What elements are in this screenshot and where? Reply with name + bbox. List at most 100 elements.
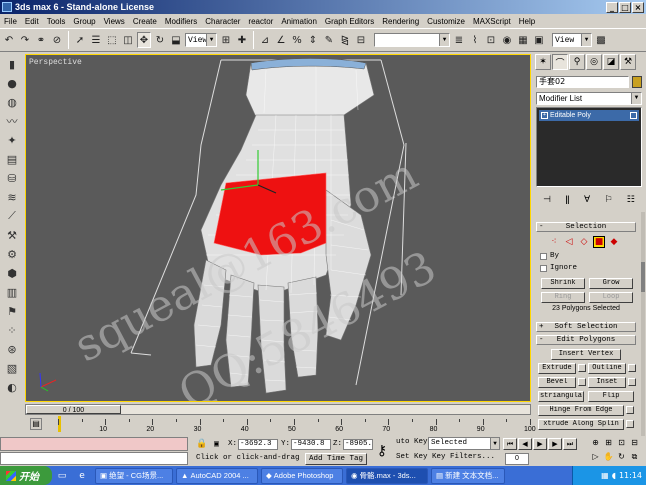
outline-settings-button[interactable]	[628, 364, 636, 372]
box-icon[interactable]: ▮	[4, 56, 20, 72]
zoom-extents-all-icon[interactable]: ⊟	[629, 437, 640, 449]
spacewarp-icon[interactable]: ≋	[4, 189, 20, 205]
by-vertex-checkbox[interactable]: By	[540, 252, 559, 260]
light-icon[interactable]: ✦	[4, 132, 20, 148]
taskbar-item-2[interactable]: ▲ AutoCAD 2004 ...	[176, 467, 258, 484]
named-selection-icon[interactable]: ✎	[322, 32, 336, 48]
scale-icon[interactable]: ⬓	[169, 32, 183, 48]
panel-scroll-thumb[interactable]	[641, 262, 645, 292]
compound-icon[interactable]: ⊛	[4, 341, 20, 357]
hierarchy-icon[interactable]: ⚙	[4, 246, 20, 262]
bevel-settings-button[interactable]	[578, 378, 586, 386]
extrude-button[interactable]: Extrude	[538, 363, 576, 374]
bone-icon[interactable]: ⟋	[4, 208, 20, 224]
select-by-name-icon[interactable]: ☰	[89, 32, 103, 48]
play-icon[interactable]: ▶	[533, 438, 547, 450]
inset-button[interactable]: Inset	[588, 377, 626, 388]
extrude-settings-button[interactable]	[578, 364, 586, 372]
taskbar-item-3[interactable]: ◆ Adobe Photoshop	[261, 467, 343, 484]
taskbar-item-1[interactable]: ▣ 绝望 - CG场景...	[95, 467, 173, 484]
menu-file[interactable]: File	[4, 17, 17, 26]
quick-render-icon[interactable]: ▣	[532, 32, 546, 48]
link-icon[interactable]: ⚭	[34, 32, 48, 48]
align-icon[interactable]: ⊟	[354, 32, 368, 48]
remove-modifier-icon[interactable]: ⚐	[604, 195, 612, 205]
outline-button[interactable]: Outline	[588, 363, 626, 374]
close-button[interactable]: ×	[632, 1, 644, 13]
element-icon[interactable]: ◆	[608, 236, 620, 248]
panel-scrollbar[interactable]	[641, 212, 645, 437]
mirror-icon[interactable]: ⧎	[338, 32, 352, 48]
taskbar-item-4[interactable]: ◉ 骨骼.max - 3ds...	[346, 467, 428, 484]
go-to-start-icon[interactable]: ⏮	[503, 438, 517, 450]
pin-stack-icon[interactable]: ⊣	[543, 195, 551, 205]
display-icon[interactable]: ▥	[4, 284, 20, 300]
absolute-mode-toggle[interactable]: ▣	[214, 438, 219, 450]
y-field[interactable]: -9430.8	[291, 438, 332, 450]
pivot-icon[interactable]: ⊞	[219, 32, 233, 48]
menu-graph-editors[interactable]: Graph Editors	[325, 17, 374, 26]
set-key-button[interactable]: Set Key	[396, 453, 428, 461]
track-bar[interactable]: ▤ 10 20 30 40 50 60 70 80 90 100	[0, 416, 536, 436]
snap-icon[interactable]: ⊿	[258, 32, 272, 48]
edge-icon[interactable]: ◁	[563, 236, 575, 248]
soft-selection-rollout[interactable]: + Soft Selection	[536, 322, 636, 332]
create-tab-icon[interactable]: ✶	[535, 54, 551, 70]
maximize-viewport-icon[interactable]: ⧉	[629, 451, 640, 463]
insert-vertex-button[interactable]: Insert Vertex	[551, 349, 621, 360]
current-frame-field[interactable]: 0	[505, 453, 529, 465]
helper-icon[interactable]: ⛁	[4, 170, 20, 186]
key-selection-dropdown[interactable]: Selected ▼	[428, 437, 500, 450]
camera-icon[interactable]: ▤	[4, 151, 20, 167]
pan-icon[interactable]: ✋	[603, 451, 614, 463]
menu-rendering[interactable]: Rendering	[382, 17, 419, 26]
grow-button[interactable]: Grow	[589, 278, 633, 289]
window-crossing-icon[interactable]: ◫	[121, 32, 135, 48]
extrude-spline-settings-button[interactable]	[626, 420, 634, 428]
select-manipulate-icon[interactable]: ✚	[235, 32, 249, 48]
time-slider-thumb[interactable]: 0 / 100	[26, 405, 121, 414]
menu-animation[interactable]: Animation	[281, 17, 317, 26]
volume-icon[interactable]: ◖	[612, 471, 616, 480]
schematic-view-icon[interactable]: ⊡	[484, 32, 498, 48]
lattice-icon[interactable]: ▧	[4, 360, 20, 376]
toggle-icon[interactable]	[630, 112, 637, 119]
render-last-icon[interactable]: ▩	[594, 32, 608, 48]
stack-item-editable-poly[interactable]: + Editable Poly	[539, 110, 639, 121]
quick-launch-ie-icon[interactable]: e	[72, 471, 92, 481]
named-selection-sets[interactable]: ▼	[374, 33, 450, 47]
angle-snap-icon[interactable]: ∠	[274, 32, 288, 48]
extrude-along-spline-button[interactable]: xtrude Along Splin	[538, 419, 624, 430]
key-icon[interactable]: ⚷	[370, 438, 394, 464]
bevel-button[interactable]: Bevel	[538, 377, 576, 388]
shape-icon[interactable]: 〰	[4, 113, 20, 129]
network-icon[interactable]: ▦	[601, 471, 609, 480]
hinge-from-edge-button[interactable]: Hinge From Edge	[538, 405, 624, 416]
lock-selection[interactable]: 🔒	[196, 438, 207, 450]
menu-maxscript[interactable]: MAXScript	[473, 17, 511, 26]
particles-icon[interactable]: ⁘	[4, 322, 20, 338]
select-icon[interactable]: ➚	[73, 32, 87, 48]
unlink-icon[interactable]: ⊘	[50, 32, 64, 48]
torus-icon[interactable]: ◍	[4, 94, 20, 110]
border-icon[interactable]: ◇	[578, 236, 590, 248]
auto-key-button[interactable]: uto Key	[396, 438, 428, 446]
shrink-button[interactable]: Shrink	[541, 278, 585, 289]
selection-rollout[interactable]: - Selection	[536, 222, 636, 232]
utility-icon[interactable]: ⚑	[4, 303, 20, 319]
lock-icon[interactable]: 🔒	[196, 439, 207, 449]
render-scene-icon[interactable]: ▦	[516, 32, 530, 48]
percent-snap-icon[interactable]: %	[290, 32, 304, 48]
object-name-field[interactable]: 手套02	[536, 76, 629, 88]
zoom-icon[interactable]: ⊕	[590, 437, 601, 449]
redo-icon[interactable]: ↷	[18, 32, 32, 48]
region-select-icon[interactable]: ⬚	[105, 32, 119, 48]
go-to-end-icon[interactable]: ⏭	[563, 438, 577, 450]
modify-tab-icon[interactable]: ⌒	[552, 54, 568, 70]
inset-settings-button[interactable]	[628, 378, 636, 386]
sphere-icon[interactable]: ●	[4, 75, 20, 91]
render-icon[interactable]: ◐	[4, 379, 20, 395]
maxscript-listener-white[interactable]	[0, 452, 188, 465]
ring-button[interactable]: Ring	[541, 292, 585, 303]
spinner-snap-icon[interactable]: ⇕	[306, 32, 320, 48]
